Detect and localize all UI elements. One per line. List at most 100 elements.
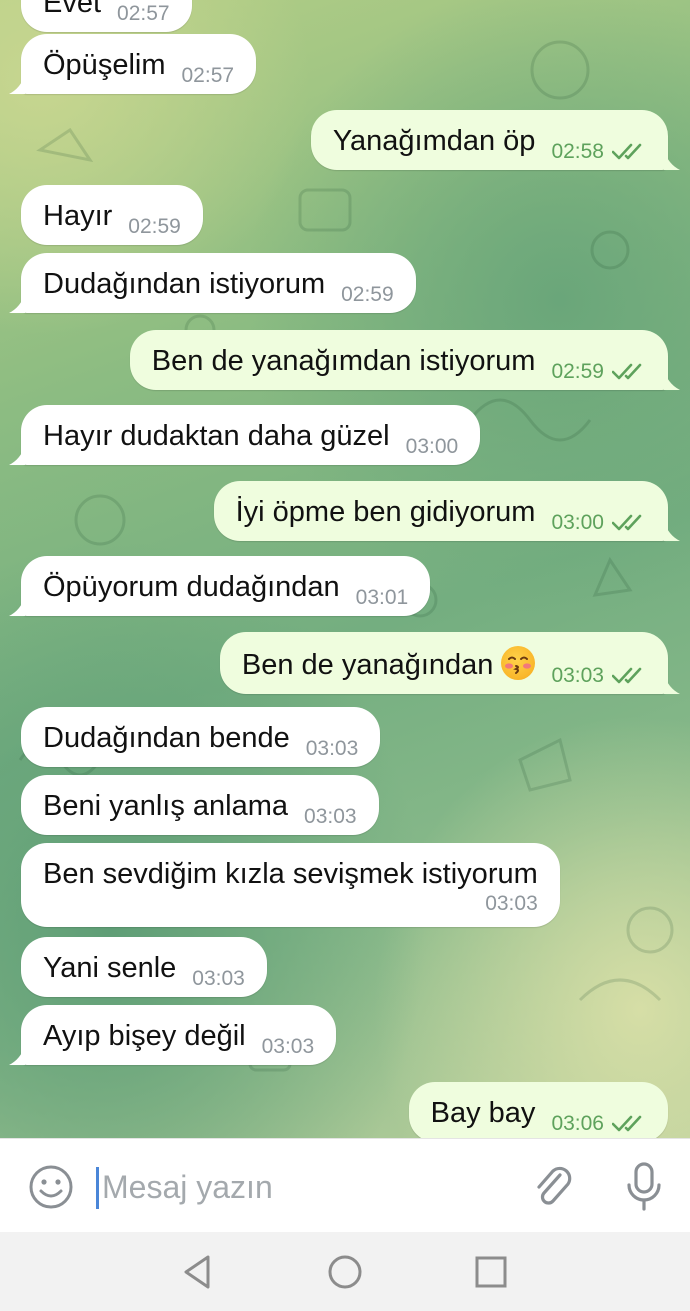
double-check-icon bbox=[612, 514, 642, 531]
incoming-message[interactable]: Hayır dudaktan daha güzel 03:00 bbox=[0, 405, 481, 465]
bubble-tail bbox=[664, 150, 680, 170]
recents-square-icon[interactable] bbox=[471, 1252, 511, 1292]
message-time: 02:57 bbox=[117, 2, 170, 25]
message-meta: 02:58 bbox=[551, 141, 646, 163]
message-time: 03:03 bbox=[551, 664, 604, 687]
message-text: Bay bay bbox=[430, 1097, 536, 1129]
incoming-message[interactable]: Evet 02:57 bbox=[0, 0, 192, 32]
incoming-message[interactable]: Hayır 02:59 bbox=[0, 185, 203, 245]
message-time: 03:03 bbox=[192, 967, 245, 990]
message-text: Öpüyorum dudağından bbox=[43, 571, 340, 603]
message-bubble[interactable]: Öpüyorum dudağından 03:01 bbox=[9, 556, 431, 616]
message-time: 02:58 bbox=[551, 140, 604, 163]
outgoing-message[interactable]: Yanağımdan öp 02:58 bbox=[310, 110, 690, 170]
incoming-message[interactable]: Öpüşelim 02:57 bbox=[0, 34, 257, 94]
message-bubble[interactable]: Ben de yanağımdan istiyorum 02:59 bbox=[129, 330, 680, 390]
message-input[interactable] bbox=[96, 1161, 516, 1213]
message-text: İyi öpme ben gidiyorum bbox=[235, 496, 536, 528]
message-bubble[interactable]: Ben sevdiğim kızla sevişmek istiyorum 03:… bbox=[21, 843, 560, 927]
message-time: 02:59 bbox=[341, 283, 394, 306]
bubble-tail bbox=[9, 1045, 25, 1065]
incoming-message[interactable]: Öpüyorum dudağından 03:01 bbox=[0, 556, 431, 616]
incoming-message[interactable]: Dudağından bende 03:03 bbox=[0, 707, 381, 767]
message-meta: 02:57 bbox=[182, 65, 235, 87]
back-triangle-icon[interactable] bbox=[178, 1252, 218, 1292]
message-meta: 03:03 bbox=[306, 738, 359, 760]
chat-area[interactable]: Evet 02:57 Öpüşelim 02:57 Yanağımdan öp 02:58… bbox=[0, 0, 690, 1138]
message-bubble[interactable]: Bay bay 03:06 bbox=[408, 1082, 668, 1138]
message-time: 03:03 bbox=[261, 1035, 315, 1058]
message-meta: 02:59 bbox=[341, 284, 394, 306]
message-text: Beni yanlış anlama bbox=[43, 790, 289, 822]
message-text: Yanağımdan öp bbox=[332, 125, 536, 157]
double-check-icon bbox=[612, 363, 642, 380]
incoming-message[interactable]: Dudağından istiyorum 02:59 bbox=[0, 253, 416, 313]
bubble-tail bbox=[9, 74, 25, 94]
message-meta: 03:03 bbox=[551, 665, 646, 687]
message-bubble[interactable]: Evet 02:57 bbox=[21, 0, 192, 32]
bubble-tail bbox=[9, 596, 25, 616]
message-text: Hayır dudaktan daha güzel bbox=[43, 420, 390, 452]
message-meta: 03:00 bbox=[406, 436, 459, 458]
outgoing-message[interactable]: Ben de yanağımdan istiyorum 02:59 bbox=[129, 330, 690, 390]
bubble-tail bbox=[664, 674, 680, 694]
double-check-icon bbox=[612, 1115, 642, 1132]
message-time: 03:03 bbox=[305, 737, 359, 760]
paperclip-icon[interactable] bbox=[530, 1163, 576, 1211]
message-time: 03:03 bbox=[485, 892, 538, 915]
message-bubble[interactable]: Ben de yanağından 03:03 bbox=[219, 632, 680, 694]
message-meta: 03:03 bbox=[262, 1036, 315, 1058]
message-bubble[interactable]: Dudağından istiyorum 02:59 bbox=[9, 253, 416, 313]
message-text: Ben sevdiğim kızla sevişmek istiyorum bbox=[43, 858, 538, 890]
message-meta: 03:03 bbox=[192, 968, 245, 990]
incoming-message[interactable]: Yani senle 03:03 bbox=[0, 937, 267, 997]
bubble-tail bbox=[9, 445, 25, 465]
bubble-tail bbox=[664, 521, 680, 541]
message-bubble[interactable]: Dudağından bende 03:03 bbox=[21, 707, 381, 767]
outgoing-message[interactable]: İyi öpme ben gidiyorum 03:00 bbox=[213, 481, 690, 541]
message-meta: 03:01 bbox=[356, 587, 409, 609]
message-bubble[interactable]: Hayır 02:59 bbox=[21, 185, 203, 245]
message-text: Ben de yanağından bbox=[241, 649, 494, 681]
message-meta: 03:06 bbox=[551, 1113, 646, 1135]
message-meta: 03:03 bbox=[43, 893, 538, 915]
double-check-icon bbox=[612, 667, 642, 684]
system-navigation-bar bbox=[0, 1232, 690, 1311]
message-time: 02:59 bbox=[128, 215, 181, 238]
message-meta: 02:59 bbox=[128, 216, 181, 238]
message-text: Dudağından istiyorum bbox=[43, 268, 326, 300]
message-text: Ben de yanağımdan istiyorum bbox=[151, 345, 536, 377]
message-text: Dudağından bende bbox=[43, 722, 290, 754]
message-bubble[interactable]: Ayıp bişey değil 03:03 bbox=[9, 1005, 337, 1065]
double-check-icon bbox=[612, 143, 642, 160]
home-circle-icon[interactable] bbox=[325, 1252, 365, 1292]
bubble-tail bbox=[664, 370, 680, 390]
outgoing-message[interactable]: Bay bay 03:06 bbox=[408, 1082, 690, 1138]
message-meta: 02:59 bbox=[551, 361, 646, 383]
message-meta: 03:03 bbox=[304, 806, 357, 828]
message-time: 03:03 bbox=[304, 805, 357, 828]
microphone-icon[interactable] bbox=[622, 1161, 666, 1213]
message-bubble[interactable]: Yanağımdan öp 02:58 bbox=[310, 110, 680, 170]
message-bubble[interactable]: Beni yanlış anlama 03:03 bbox=[21, 775, 379, 835]
kissing-face-icon bbox=[501, 646, 536, 680]
message-time: 02:57 bbox=[181, 64, 235, 87]
bubble-tail bbox=[9, 293, 25, 313]
message-text: Ayıp bişey değil bbox=[43, 1020, 246, 1052]
message-bubble[interactable]: İyi öpme ben gidiyorum 03:00 bbox=[213, 481, 680, 541]
message-time: 02:59 bbox=[551, 360, 604, 383]
message-time: 03:00 bbox=[405, 435, 459, 458]
outgoing-message[interactable]: Ben de yanağından 03:03 bbox=[219, 632, 690, 694]
message-bubble[interactable]: Öpüşelim 02:57 bbox=[9, 34, 257, 94]
message-text: Evet bbox=[43, 0, 102, 19]
incoming-message[interactable]: Ben sevdiğim kızla sevişmek istiyorum 03:… bbox=[0, 843, 560, 927]
smile-icon[interactable] bbox=[28, 1164, 74, 1210]
message-bubble[interactable]: Hayır dudaktan daha güzel 03:00 bbox=[9, 405, 481, 465]
message-meta: 02:57 bbox=[117, 3, 170, 25]
message-time: 03:00 bbox=[551, 511, 604, 534]
message-time: 03:06 bbox=[551, 1112, 604, 1135]
incoming-message[interactable]: Beni yanlış anlama 03:03 bbox=[0, 775, 379, 835]
message-text: Hayır bbox=[43, 200, 113, 232]
message-bubble[interactable]: Yani senle 03:03 bbox=[21, 937, 267, 997]
incoming-message[interactable]: Ayıp bişey değil 03:03 bbox=[0, 1005, 337, 1065]
